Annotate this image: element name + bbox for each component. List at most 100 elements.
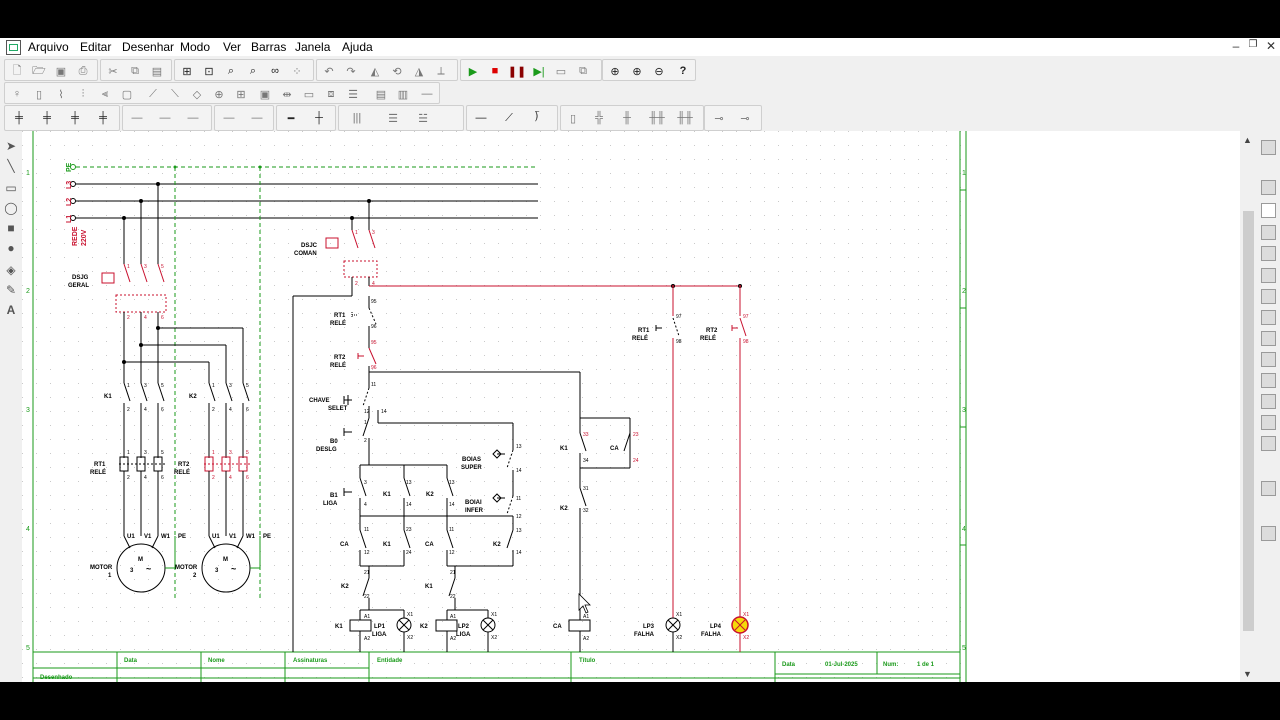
connector-a-icon[interactable]: ⊸ [711,110,727,126]
wire-2-icon[interactable]: ⟋ [501,110,517,126]
line-tool-icon[interactable]: — [419,86,435,102]
window-icon[interactable]: ▭ [553,63,569,79]
print-icon[interactable]: ⎙ [75,63,91,79]
cut-icon[interactable]: ✂ [105,63,121,79]
save-icon[interactable]: ▣ [53,63,69,79]
preview-icon[interactable]: ⊞ [179,63,195,79]
palette-item-13[interactable] [1261,415,1276,430]
palette-item-1[interactable] [1261,140,1276,155]
junction-2-icon[interactable]: ╪ [39,110,55,126]
connector-tool-icon[interactable]: ☰ [345,86,361,102]
resistor-tool-icon[interactable]: ▭ [301,86,317,102]
terminal-1-icon[interactable]: ▯ [565,110,581,126]
app-icon[interactable] [6,40,21,55]
fuse-tool-icon[interactable]: ▯ [31,86,47,102]
palette-item-12[interactable] [1261,394,1276,409]
palette-item-2[interactable] [1261,180,1276,195]
palette-item-10[interactable] [1261,352,1276,367]
motor-tool-icon[interactable]: ▣ [257,86,273,102]
play-icon[interactable]: ▶ [465,63,481,79]
junction-1-icon[interactable]: ╪ [11,110,27,126]
vertical-scrollbar[interactable]: ▲ ▼ [1240,131,1257,682]
search-icon[interactable]: ⌕ [245,63,261,79]
grid-icon[interactable]: ⁘ [289,63,305,79]
copy-icon[interactable]: ⧉ [127,63,143,79]
bus-line-icon[interactable]: ━ [283,110,299,126]
relay-tool-icon[interactable]: ▢ [119,86,135,102]
restore-button[interactable]: ❐ [1245,39,1261,50]
palette-item-15[interactable] [1261,481,1276,496]
terminal-3-icon[interactable]: ╫ [619,110,635,126]
windows-icon[interactable]: ⧉ [575,63,591,79]
pause-icon[interactable]: ❚❚ [508,63,526,79]
hline-3-icon[interactable]: — [185,110,201,126]
overload-tool-icon[interactable]: ⇹ [279,86,295,102]
rotate-icon[interactable]: ⟲ [389,63,405,79]
hlines-alt-icon[interactable]: ☱ [415,110,431,126]
eyedropper-icon[interactable]: ✎ [3,282,19,298]
hline-2-icon[interactable]: — [157,110,173,126]
menu-desenhar[interactable]: Desenhar [122,40,174,54]
fill-bucket-icon[interactable]: ◈ [3,262,19,278]
terminal-2-icon[interactable]: ╬ [591,110,607,126]
menu-ver[interactable]: Ver [223,40,241,54]
wire-3-icon[interactable]: ⟌ [529,110,545,126]
hline-1-icon[interactable]: — [129,110,145,126]
palette-item-6[interactable] [1261,268,1276,283]
palette-item-9[interactable] [1261,331,1276,346]
wire-1-icon[interactable]: — [473,110,489,126]
junction-3-icon[interactable]: ╪ [67,110,83,126]
stop-icon[interactable]: ■ [487,63,503,79]
drawing-canvas[interactable]: 1 2 3 4 5 1 2 3 4 5 PE L3 L2 L1 REDE 220… [22,131,968,682]
menu-modo[interactable]: Modo [180,40,210,54]
open-folder-icon[interactable]: 🗁 [31,63,47,79]
timer-tool-icon[interactable]: ⊞ [233,86,249,102]
menu-janela[interactable]: Janela [295,40,330,54]
align-icon[interactable]: ⟂ [433,63,449,79]
switch3-tool-icon[interactable]: ⫶ [75,86,91,102]
zoom-in-icon[interactable]: ⊕ [629,63,645,79]
pushbutton-tool-icon[interactable]: ◇ [189,86,205,102]
ellipse-icon[interactable]: ◯ [3,200,19,216]
scroll-thumb[interactable] [1243,211,1254,631]
filled-ellipse-icon[interactable]: ● [3,240,19,256]
minimize-button[interactable]: – [1228,39,1244,53]
step-icon[interactable]: ▶| [531,63,547,79]
bus-cross-icon[interactable]: ┼ [311,110,327,126]
scroll-up-icon[interactable]: ▲ [1243,135,1252,145]
help-icon[interactable]: ? [675,63,691,79]
palette-item-16[interactable] [1261,526,1276,541]
menu-ajuda[interactable]: Ajuda [342,40,373,54]
contact-no-tool-icon[interactable]: ⟋ [145,86,161,102]
palette-item-8[interactable] [1261,310,1276,325]
dline-1-icon[interactable]: — [221,110,237,126]
close-button[interactable]: ✕ [1263,39,1279,53]
print-preview-icon[interactable]: ⊡ [201,63,217,79]
mirror-icon[interactable]: ◮ [411,63,427,79]
coil-tool-icon[interactable]: ⊕ [211,86,227,102]
flip-horizontal-icon[interactable]: ◭ [367,63,383,79]
palette-item-5[interactable] [1261,246,1276,261]
line-draw-icon[interactable]: ╲ [3,158,19,174]
contact-nc-tool-icon[interactable]: ⟍ [167,86,183,102]
palette-item-14[interactable] [1261,436,1276,451]
palette-item-3[interactable] [1261,203,1276,218]
filled-rectangle-icon[interactable]: ■ [3,220,19,236]
paste-icon[interactable]: ▤ [149,63,165,79]
hlines-icon[interactable]: ☰ [385,110,401,126]
zoom-out-icon[interactable]: ⊖ [651,63,667,79]
terminal-5-icon[interactable]: ╫╫ [677,110,693,126]
undo-icon[interactable]: ↶ [321,63,337,79]
redo-icon[interactable]: ↷ [343,63,359,79]
menu-editar[interactable]: Editar [80,40,111,54]
palette-item-7[interactable] [1261,289,1276,304]
vlines-icon[interactable]: ||| [349,110,365,126]
connector-b-icon[interactable]: ⊸ [737,110,753,126]
menu-arquivo[interactable]: Arquivo [28,40,69,54]
scroll-down-icon[interactable]: ▼ [1243,669,1252,679]
terminal-tool-icon[interactable]: ⧈ [323,86,339,102]
pointer-icon[interactable]: ➤ [3,138,19,154]
switch-tool-icon[interactable]: ⫷ [97,86,113,102]
new-file-icon[interactable]: 🗋 [9,63,25,79]
text-tool-icon[interactable]: A [3,302,19,318]
